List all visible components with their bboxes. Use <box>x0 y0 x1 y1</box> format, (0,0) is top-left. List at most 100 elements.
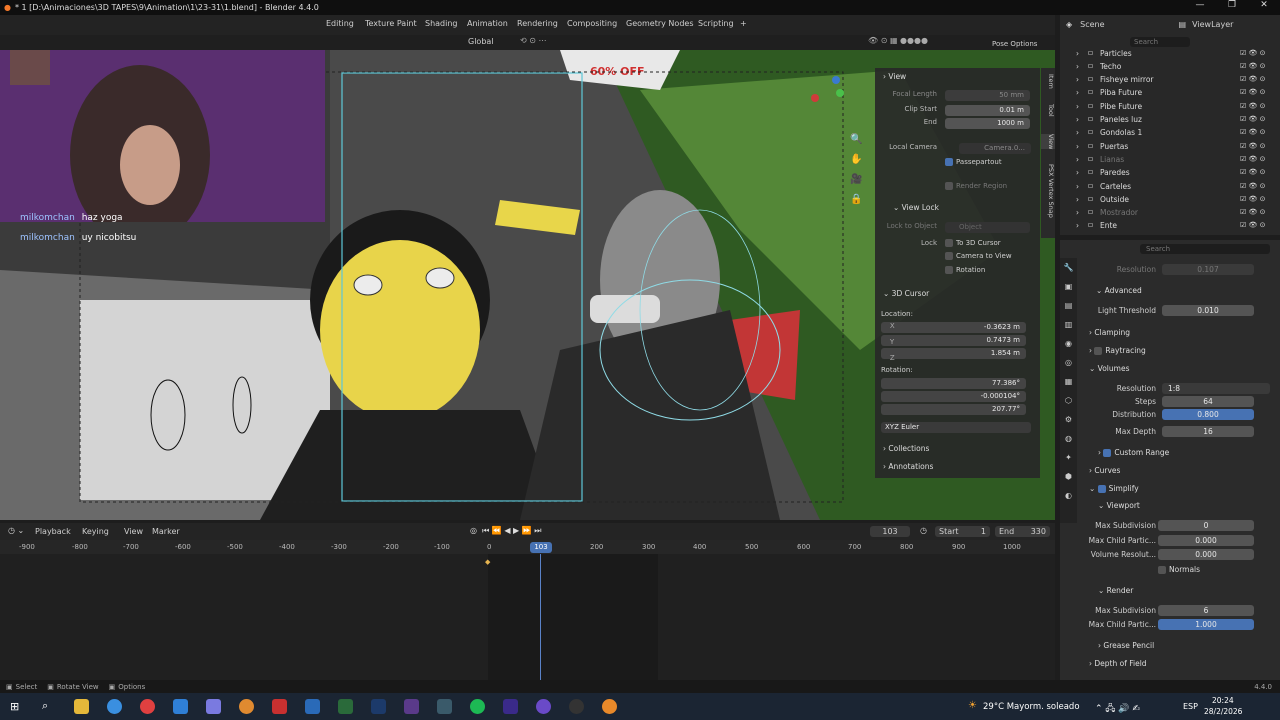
cursor-location-x[interactable]: -0.3623 m <box>881 322 1026 333</box>
current-frame-field[interactable]: 103 <box>870 526 910 537</box>
chrome-icon[interactable] <box>107 699 122 714</box>
expand-arrow-icon[interactable]: › <box>1076 195 1079 204</box>
file-explorer-icon[interactable] <box>74 699 89 714</box>
visibility-toggle-icon[interactable]: ☑ 👁 ⊙ <box>1240 182 1265 190</box>
clock-date[interactable]: 28/2/2026 <box>1204 707 1242 716</box>
scene-name[interactable]: Scene <box>1080 20 1104 29</box>
expand-arrow-icon[interactable]: › <box>1076 115 1079 124</box>
blender-taskbar-icon[interactable] <box>239 699 254 714</box>
expand-arrow-icon[interactable]: › <box>1076 155 1079 164</box>
pivot-icon[interactable]: ⟲ ⊙ ⋯ <box>520 36 547 45</box>
spotify-icon[interactable] <box>470 699 485 714</box>
cursor-location-y[interactable]: 0.7473 m <box>881 335 1026 346</box>
playback-menu[interactable]: Playback <box>35 527 71 536</box>
blender-active-icon[interactable] <box>602 699 617 714</box>
visibility-toggle-icon[interactable]: ☑ 👁 ⊙ <box>1240 195 1265 203</box>
cursor-location-z[interactable]: 1.854 m <box>881 348 1026 359</box>
outliner-item[interactable]: › ▫ Pibe Future ☑ 👁 ⊙ <box>1060 101 1280 114</box>
start-frame-field[interactable]: Start 1 <box>935 526 990 537</box>
keyframe-icon[interactable]: ◆ <box>485 558 490 566</box>
max-subdivision-field[interactable]: 0 <box>1158 520 1254 531</box>
max-depth-field[interactable]: 16 <box>1162 426 1254 437</box>
expand-arrow-icon[interactable]: › <box>1076 221 1079 230</box>
view-menu[interactable]: View <box>124 527 143 536</box>
playhead-frame[interactable]: 103 <box>530 542 552 553</box>
properties-search-input[interactable]: Search <box>1140 244 1270 254</box>
outliner-item[interactable]: › ▫ Outside ☑ 👁 ⊙ <box>1060 194 1280 207</box>
render-subheader[interactable]: ⌄ Render <box>1098 586 1133 595</box>
outliner-item[interactable]: › ▫ Piba Future ☑ 👁 ⊙ <box>1060 87 1280 100</box>
cursor-rotation-y[interactable]: -0.000104° <box>881 391 1026 402</box>
3d-cursor-header[interactable]: ⌄ 3D Cursor <box>883 289 929 298</box>
clock-time[interactable]: 20:24 <box>1212 696 1234 705</box>
steps-field[interactable]: 64 <box>1162 396 1254 407</box>
tray-icons[interactable]: ⌃ 🖧 🔊 ✍ <box>1095 701 1140 717</box>
app-icon[interactable] <box>404 699 419 714</box>
properties-tabs[interactable]: 🔧 ▣ ▤ ▥ ◉ ◎ ▦ ⬡ ⚙ ◍ ✦ ⬢ ◐ <box>1060 258 1077 523</box>
outliner-item[interactable]: › ▫ Paneles luz ☑ 👁 ⊙ <box>1060 114 1280 127</box>
clip-start-field[interactable]: 0.01 m <box>945 105 1030 116</box>
outliner-item[interactable]: › ▫ Gondolas 1 ☑ 👁 ⊙ <box>1060 127 1280 140</box>
edge-icon[interactable] <box>173 699 188 714</box>
add-workspace-icon[interactable]: + <box>740 19 747 28</box>
outliner-item[interactable]: › ▫ Carteles ☑ 👁 ⊙ <box>1060 181 1280 194</box>
visibility-toggle-icon[interactable]: ☑ 👁 ⊙ <box>1240 155 1265 163</box>
tab-tool[interactable]: Tool <box>1041 104 1055 117</box>
tab-shading[interactable]: Shading <box>425 19 458 28</box>
outliner-item[interactable]: › ▫ Fisheye mirror ☑ 👁 ⊙ <box>1060 74 1280 87</box>
curves-header[interactable]: › Curves <box>1089 466 1120 475</box>
vegas-icon[interactable] <box>371 699 386 714</box>
language-indicator[interactable]: ESP <box>1183 702 1198 711</box>
outliner-item[interactable]: › ▫ Techo ☑ 👁 ⊙ <box>1060 61 1280 74</box>
marker-menu[interactable]: Marker <box>152 527 180 536</box>
view-lock-header[interactable]: ⌄ View Lock <box>893 203 939 212</box>
visibility-toggle-icon[interactable]: ☑ 👁 ⊙ <box>1240 142 1265 150</box>
photos-icon[interactable] <box>305 699 320 714</box>
app-icon[interactable] <box>569 699 584 714</box>
end-frame-field[interactable]: End 330 <box>995 526 1050 537</box>
tab-scripting[interactable]: Scripting <box>698 19 734 28</box>
transform-orientation[interactable]: Global <box>468 37 494 46</box>
playback-controls[interactable]: ◎ ⏮ ⏪ ◀ ▶ ⏩ ⏭ <box>470 526 541 536</box>
paint-icon[interactable] <box>338 699 353 714</box>
visibility-toggle-icon[interactable]: ☑ 👁 ⊙ <box>1240 128 1265 136</box>
tab-view[interactable]: View <box>1041 134 1055 150</box>
tab-item[interactable]: Item <box>1041 74 1055 89</box>
cursor-rotation-x[interactable]: 77.386° <box>881 378 1026 389</box>
collections-header[interactable]: › Collections <box>883 444 929 453</box>
distribution-slider[interactable]: 0.800 <box>1162 409 1254 420</box>
tab-animation[interactable]: Animation <box>467 19 508 28</box>
light-threshold-field[interactable]: 0.010 <box>1162 305 1254 316</box>
tab-rendering[interactable]: Rendering <box>517 19 558 28</box>
render-max-subdivision-field[interactable]: 6 <box>1158 605 1254 616</box>
render-max-child-slider[interactable]: 1.000 <box>1158 619 1254 630</box>
after-effects-icon[interactable] <box>503 699 518 714</box>
advanced-header[interactable]: ⌄ Advanced <box>1096 286 1142 295</box>
visibility-toggle-icon[interactable]: ☑ 👁 ⊙ <box>1240 102 1265 110</box>
tab-compositing[interactable]: Compositing <box>567 19 617 28</box>
scene-selector[interactable]: ◈ Scene ▤ ViewLayer <box>1060 17 1280 31</box>
weather-text[interactable]: 29°C Mayorm. soleado <box>983 702 1080 712</box>
clamping-header[interactable]: › Clamping <box>1089 328 1130 337</box>
rotation-lock-checkbox[interactable] <box>945 266 953 274</box>
expand-arrow-icon[interactable]: › <box>1076 49 1079 58</box>
raytracing-header[interactable]: › Raytracing <box>1089 346 1146 355</box>
to-3d-cursor-checkbox[interactable] <box>945 239 953 247</box>
expand-arrow-icon[interactable]: › <box>1076 208 1079 217</box>
outliner-search-input[interactable]: Search <box>1130 37 1190 47</box>
app-icon[interactable] <box>437 699 452 714</box>
view-section-header[interactable]: › View <box>883 72 906 81</box>
visibility-toggle-icon[interactable]: ☑ 👁 ⊙ <box>1240 49 1265 57</box>
outliner-item[interactable]: › ▫ Lianas ☑ 👁 ⊙ <box>1060 154 1280 167</box>
simplify-header[interactable]: ⌄ Simplify <box>1089 484 1139 493</box>
visibility-toggle-icon[interactable]: ☑ 👁 ⊙ <box>1240 88 1265 96</box>
viewport-subheader[interactable]: ⌄ Viewport <box>1098 501 1140 510</box>
start-icon[interactable]: ⊞ <box>10 700 19 713</box>
timeline-ruler[interactable] <box>0 540 1055 554</box>
outliner-item[interactable]: › ▫ Paredes ☑ 👁 ⊙ <box>1060 167 1280 180</box>
keying-menu[interactable]: Keying <box>82 527 109 536</box>
max-child-particles-field[interactable]: 0.000 <box>1158 535 1254 546</box>
expand-arrow-icon[interactable]: › <box>1076 75 1079 84</box>
tab-psx-vertex-snap[interactable]: PSX Vertex Snap <box>1041 164 1055 218</box>
volume-resolution-simplify-field[interactable]: 0.000 <box>1158 549 1254 560</box>
